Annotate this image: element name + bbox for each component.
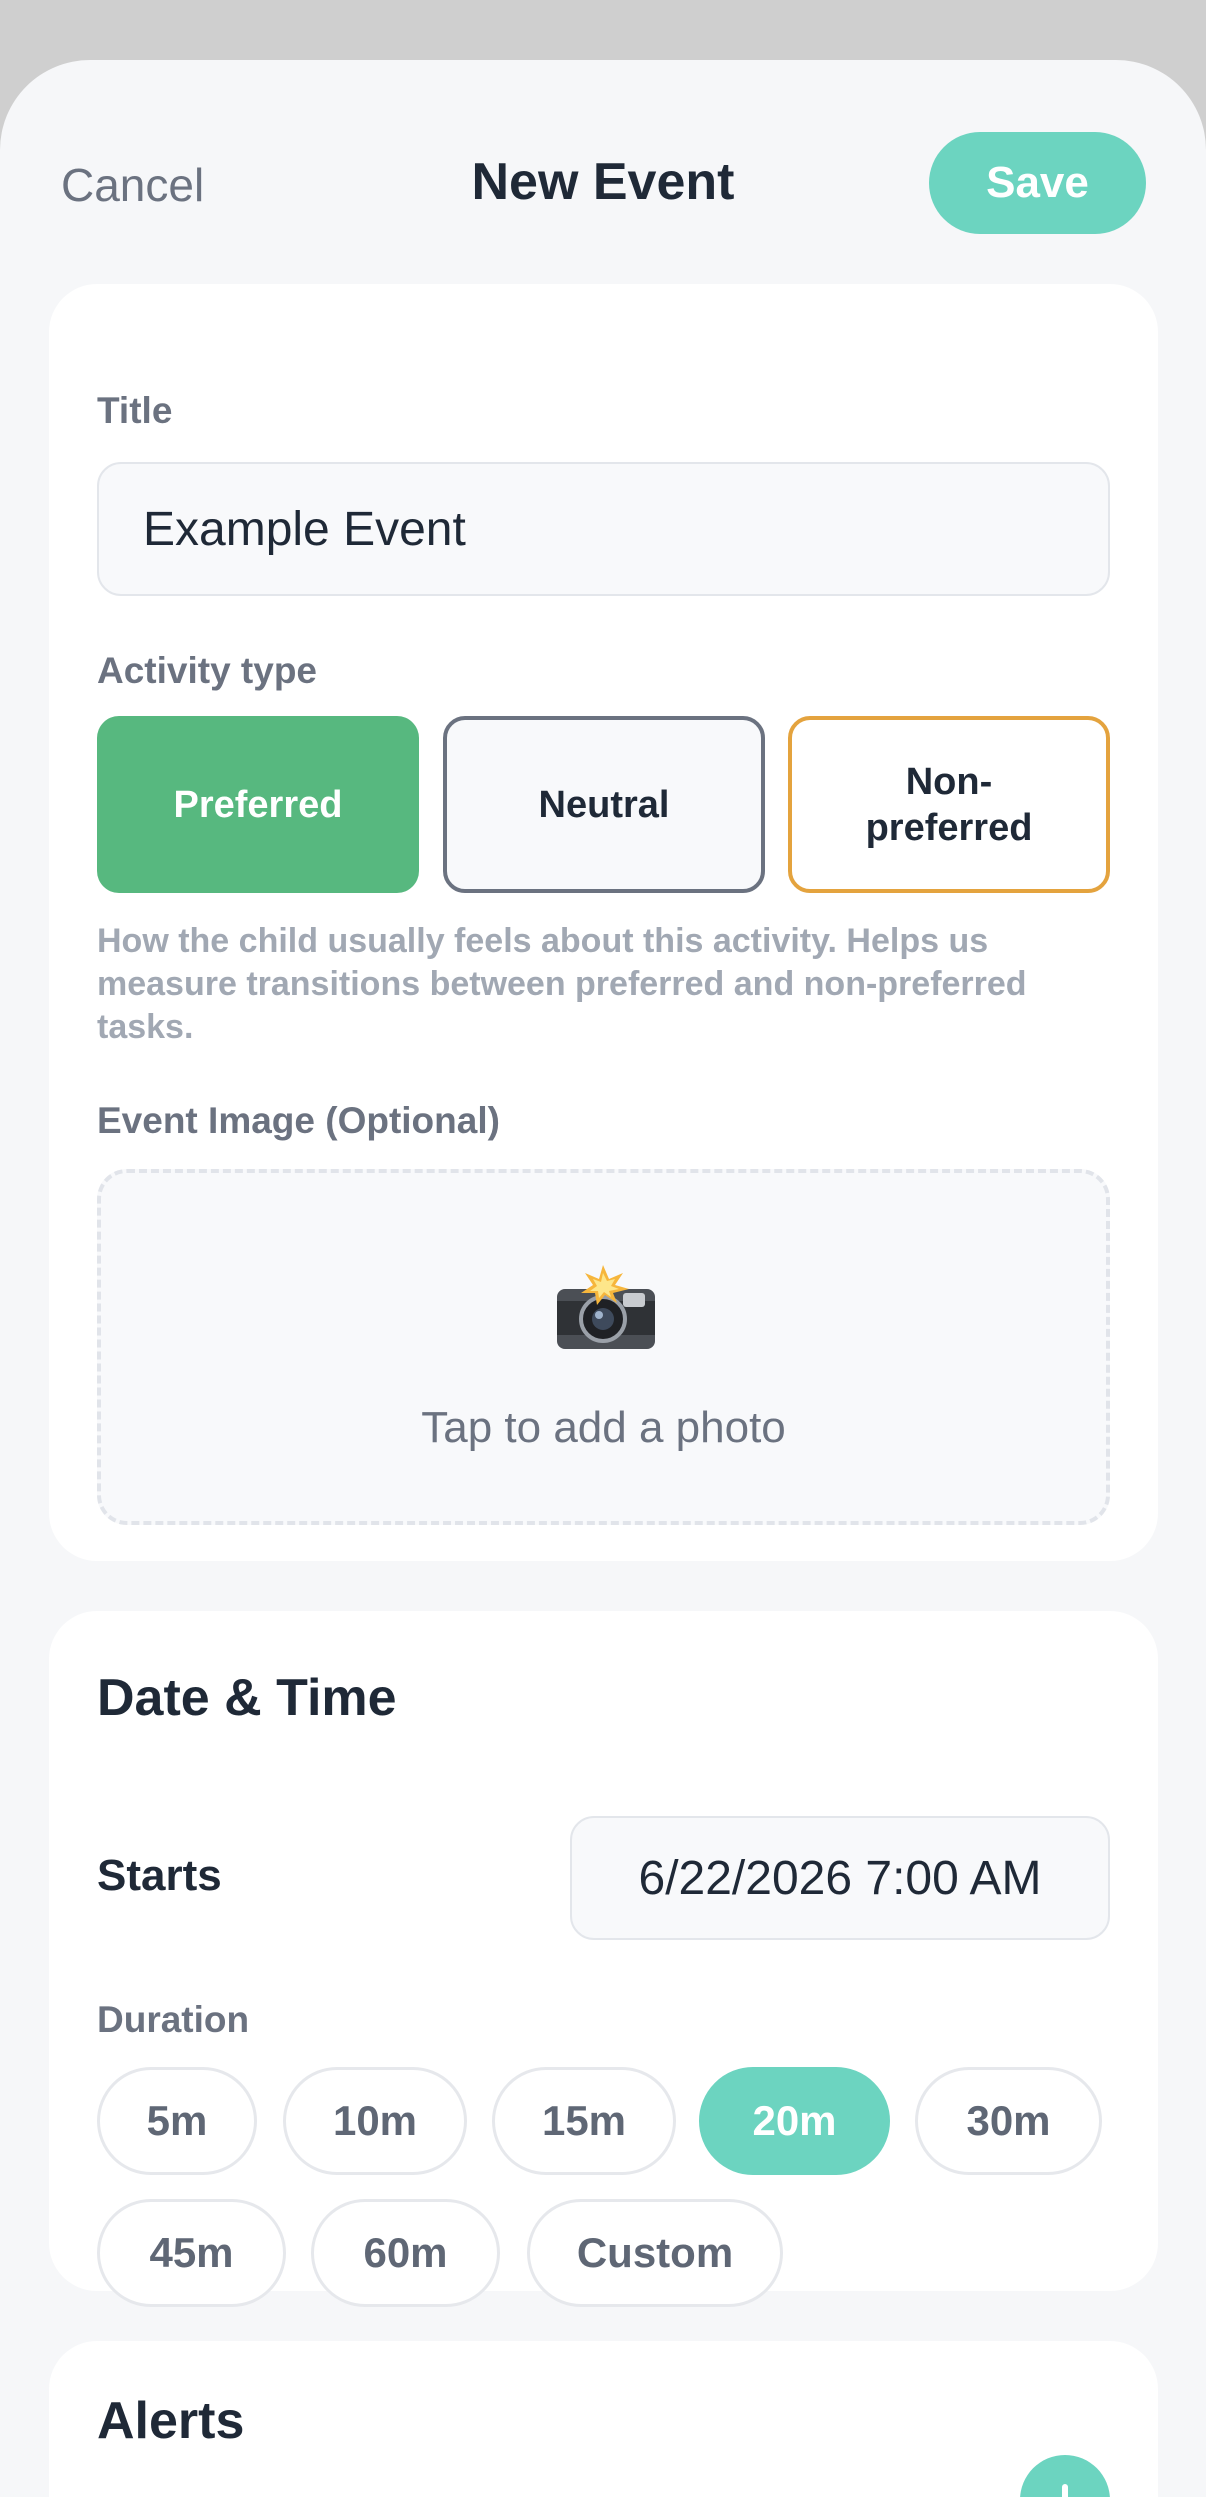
save-button[interactable]: Save	[929, 132, 1146, 234]
duration-label: Duration	[97, 1999, 250, 2040]
duration-chip-20m[interactable]: 20m	[699, 2067, 890, 2175]
title-input[interactable]: Example Event	[97, 462, 1110, 596]
header: Cancel New Event Save	[0, 60, 1206, 280]
duration-chip-60m[interactable]: 60m	[311, 2199, 500, 2307]
duration-chip-30m[interactable]: 30m	[915, 2067, 1102, 2175]
plus-icon	[1062, 2484, 1068, 2497]
title-label: Title	[97, 390, 173, 431]
duration-chip-45m[interactable]: 45m	[97, 2199, 286, 2307]
duration-chip-5m[interactable]: 5m	[97, 2067, 257, 2175]
activity-option-neutral[interactable]: Neutral	[443, 716, 765, 893]
activity-option-preferred[interactable]: Preferred	[97, 716, 419, 893]
duration-chip-15m[interactable]: 15m	[492, 2067, 676, 2175]
starts-label: Starts	[97, 1851, 222, 1900]
activity-helper-text: How the child usually feels about this a…	[97, 922, 1027, 1046]
date-time-title: Date & Time	[97, 1669, 397, 1727]
add-alert-button[interactable]	[1020, 2455, 1110, 2497]
event-image-label: Event Image (Optional)	[97, 1100, 500, 1141]
alerts-title: Alerts	[97, 2392, 245, 2450]
activity-type-selector: Preferred Neutral Non-preferred	[97, 716, 1110, 893]
starts-datetime-picker[interactable]: 6/22/2026 7:00 AM	[570, 1816, 1110, 1940]
activity-type-label: Activity type	[97, 650, 318, 691]
activity-option-non-preferred-label: Non-preferred	[865, 760, 1033, 849]
add-photo-text: Tap to add a photo	[421, 1403, 786, 1452]
alerts-card: Alerts	[49, 2341, 1158, 2497]
event-editor-sheet: Cancel New Event Save Title Example Even…	[0, 60, 1206, 2497]
details-card: Title Example Event Activity type Prefer…	[49, 284, 1158, 1561]
date-time-card: Date & Time Starts 6/22/2026 7:00 AM Dur…	[49, 1611, 1158, 2307]
duration-chip-10m[interactable]: 10m	[283, 2067, 467, 2175]
duration-chip-custom[interactable]: Custom	[527, 2199, 783, 2307]
add-photo-dropzone[interactable]: Tap to add a photo	[97, 1169, 1110, 1525]
camera-with-flash-icon	[557, 1265, 655, 1349]
activity-option-non-preferred[interactable]: Non-preferred	[788, 716, 1110, 893]
